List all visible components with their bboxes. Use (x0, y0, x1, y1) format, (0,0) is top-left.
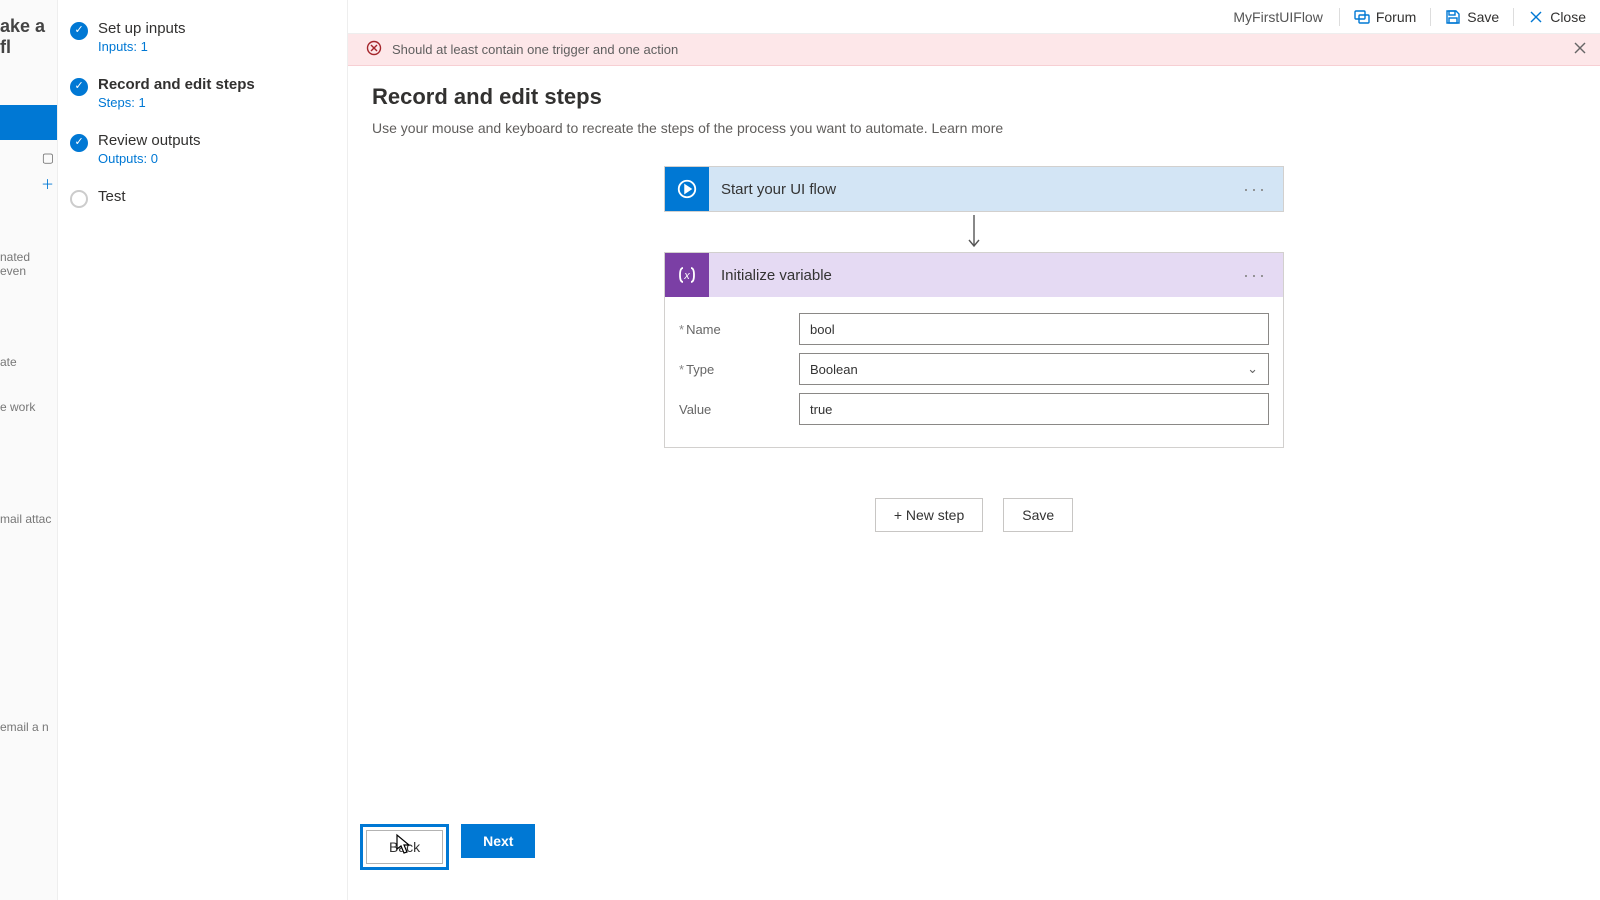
page-description: Use your mouse and keyboard to recreate … (372, 120, 1576, 136)
start-flow-title: Start your UI flow (709, 181, 1227, 198)
check-icon (70, 78, 88, 96)
wizard-step-test[interactable]: Test (70, 188, 337, 208)
type-select[interactable]: Boolean ⌄ (799, 353, 1269, 385)
close-icon (1528, 9, 1544, 25)
play-icon (665, 167, 709, 211)
page-title: Record and edit steps (372, 84, 1576, 110)
close-button[interactable]: Close (1514, 0, 1600, 33)
start-flow-card[interactable]: Start your UI flow ··· (664, 166, 1284, 212)
wizard-step-outputs[interactable]: Review outputs Outputs: 0 (70, 132, 337, 166)
save-button[interactable]: Save (1431, 0, 1513, 33)
error-text: Should at least contain one trigger and … (392, 42, 678, 57)
wizard-step-record[interactable]: Record and edit steps Steps: 1 (70, 76, 337, 110)
variable-icon: x (665, 253, 709, 297)
top-toolbar: MyFirstUIFlow Forum Save Close (348, 0, 1600, 34)
name-label: Name (679, 322, 799, 337)
init-variable-title: Initialize variable (709, 267, 1227, 284)
name-input[interactable] (799, 313, 1269, 345)
wizard-step-inputs[interactable]: Set up inputs Inputs: 1 (70, 20, 337, 54)
forum-button[interactable]: Forum (1340, 0, 1430, 33)
init-variable-header[interactable]: x Initialize variable ··· (665, 253, 1283, 297)
next-button[interactable]: Next (461, 824, 535, 858)
back-button[interactable]: Back (366, 830, 443, 864)
forum-icon (1354, 9, 1370, 25)
learn-more-link[interactable]: Learn more (932, 120, 1004, 136)
new-step-button[interactable]: New step (875, 498, 983, 532)
value-label: Value (679, 402, 799, 417)
wizard-steps: Set up inputs Inputs: 1 Record and edit … (58, 0, 348, 900)
save-icon (1445, 9, 1461, 25)
check-icon (70, 134, 88, 152)
wizard-footer: Back Next (360, 824, 535, 870)
svg-text:x: x (683, 270, 690, 282)
type-label: Type (679, 362, 799, 377)
circle-icon (70, 190, 88, 208)
error-icon (366, 40, 382, 59)
card-menu[interactable]: ··· (1227, 179, 1283, 200)
init-variable-card: x Initialize variable ··· Name Type (664, 252, 1284, 448)
card-menu[interactable]: ··· (1227, 265, 1283, 286)
connector-arrow (965, 212, 983, 252)
background-panel: ake a fl ▢ ＋ nated even ate e work mail … (0, 0, 58, 900)
save-step-button[interactable]: Save (1003, 498, 1073, 532)
check-icon (70, 22, 88, 40)
banner-close[interactable] (1574, 42, 1586, 57)
value-input[interactable] (799, 393, 1269, 425)
error-banner: Should at least contain one trigger and … (348, 34, 1600, 66)
flow-name: MyFirstUIFlow (1217, 9, 1338, 25)
chevron-down-icon: ⌄ (1247, 361, 1258, 377)
